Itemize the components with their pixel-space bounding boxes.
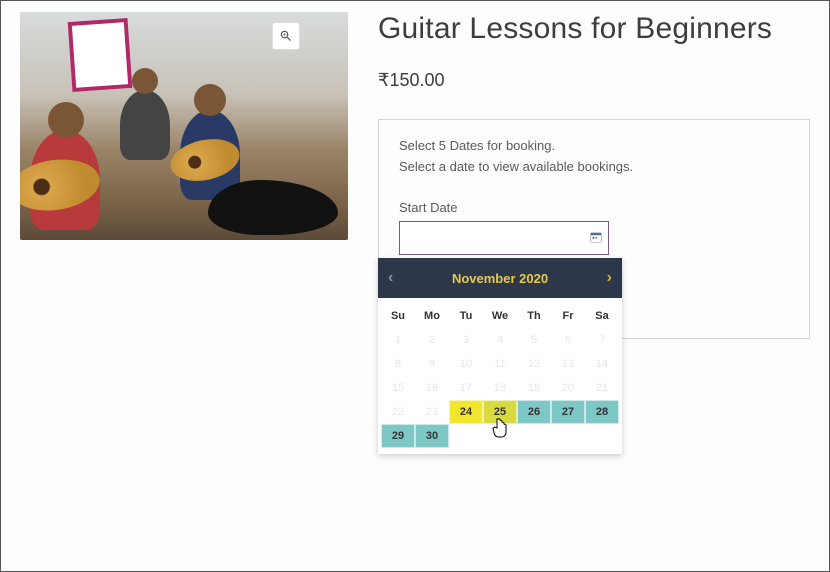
product-image[interactable] xyxy=(20,12,348,240)
product-price: ₹150.00 xyxy=(378,70,810,91)
calendar-day[interactable]: 29 xyxy=(381,424,415,448)
calendar-day[interactable]: 24 xyxy=(449,400,483,424)
calendar-day[interactable]: 26 xyxy=(517,400,551,424)
calendar-day: 17 xyxy=(449,376,483,400)
calendar-day xyxy=(551,424,585,448)
start-date-label: Start Date xyxy=(399,200,789,215)
calendar-day: 20 xyxy=(551,376,585,400)
calendar-day xyxy=(585,424,619,448)
calendar-day: 14 xyxy=(585,352,619,376)
calendar-day-header: Tu xyxy=(449,304,483,328)
start-date-input[interactable] xyxy=(399,221,609,255)
calendar-day: 13 xyxy=(551,352,585,376)
prev-month-button[interactable]: ‹ xyxy=(388,270,393,286)
calendar-day: 18 xyxy=(483,376,517,400)
calendar-day-header: Mo xyxy=(415,304,449,328)
calendar-day: 16 xyxy=(415,376,449,400)
calendar-day-header: Th xyxy=(517,304,551,328)
booking-instruction-label: Select a date to view available bookings… xyxy=(399,159,789,174)
calendar-day xyxy=(449,424,483,448)
calendar-day: 19 xyxy=(517,376,551,400)
calendar-day: 2 xyxy=(415,328,449,352)
calendar-day xyxy=(517,424,551,448)
product-title: Guitar Lessons for Beginners xyxy=(378,12,810,46)
calendar-day: 8 xyxy=(381,352,415,376)
next-month-button[interactable]: › xyxy=(607,270,612,286)
calendar-day-header: Sa xyxy=(585,304,619,328)
calendar-day-header: Fr xyxy=(551,304,585,328)
calendar-day: 15 xyxy=(381,376,415,400)
booking-panel: Select 5 Dates for booking. Select a dat… xyxy=(378,119,810,339)
calendar-day: 22 xyxy=(381,400,415,424)
calendar-day-header: We xyxy=(483,304,517,328)
zoom-icon[interactable] xyxy=(272,22,300,50)
calendar-day[interactable]: 28 xyxy=(585,400,619,424)
calendar-day: 12 xyxy=(517,352,551,376)
calendar-day-header: Su xyxy=(381,304,415,328)
calendar-day[interactable]: 30 xyxy=(415,424,449,448)
booking-count-label: Select 5 Dates for booking. xyxy=(399,138,789,153)
calendar-day xyxy=(483,424,517,448)
calendar-day: 7 xyxy=(585,328,619,352)
calendar-day: 5 xyxy=(517,328,551,352)
calendar-day: 23 xyxy=(415,400,449,424)
calendar-day: 10 xyxy=(449,352,483,376)
calendar-day: 11 xyxy=(483,352,517,376)
calendar-day: 6 xyxy=(551,328,585,352)
calendar-day: 21 xyxy=(585,376,619,400)
calendar-day: 3 xyxy=(449,328,483,352)
calendar-icon[interactable] xyxy=(589,230,603,244)
calendar-day[interactable]: 25 xyxy=(483,400,517,424)
calendar-day: 4 xyxy=(483,328,517,352)
calendar-day[interactable]: 27 xyxy=(551,400,585,424)
calendar-month-year: November 2020 xyxy=(452,271,548,286)
datepicker-popup: ‹ November 2020 › SuMoTuWeThFrSa12345678… xyxy=(378,258,622,454)
calendar-day: 9 xyxy=(415,352,449,376)
calendar-day: 1 xyxy=(381,328,415,352)
